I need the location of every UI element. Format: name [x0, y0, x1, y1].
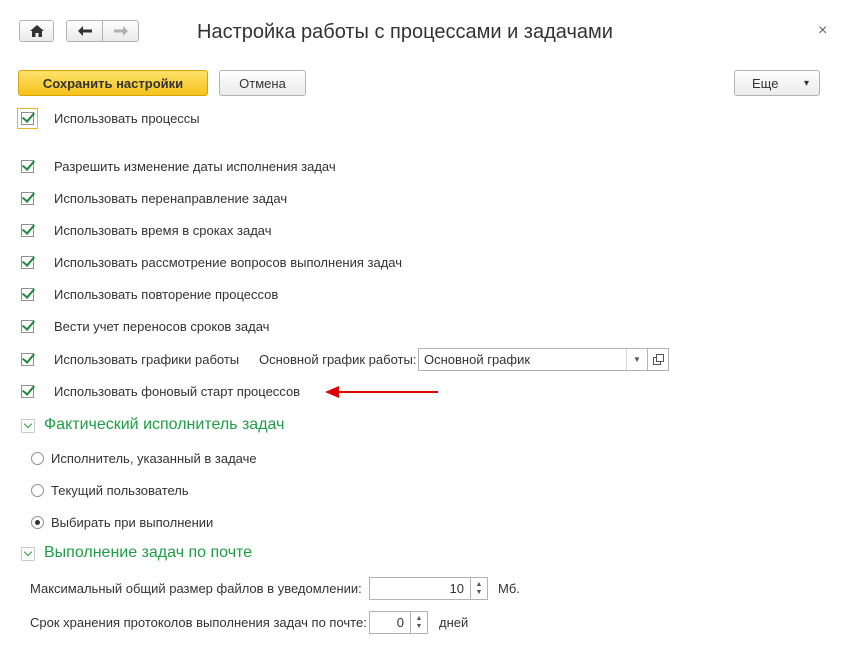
mail-section-toggle[interactable]	[21, 547, 35, 561]
track-transfers-label: Вести учет переносов сроков задач	[54, 319, 270, 334]
use-background-start-checkbox[interactable]	[21, 385, 34, 398]
schedule-label: Основной график работы:	[259, 352, 417, 367]
executor-section-toggle[interactable]	[21, 419, 35, 433]
schedule-field[interactable]: Основной график ▼	[418, 348, 648, 371]
more-menu-button[interactable]: Еще ▾	[734, 70, 820, 96]
cancel-button[interactable]: Отмена	[219, 70, 306, 96]
schedule-value: Основной график	[424, 352, 531, 367]
mail-section-title[interactable]: Выполнение задач по почте	[44, 544, 252, 562]
more-label: Еще	[752, 75, 779, 91]
executor-option-choose-radio[interactable]	[31, 516, 44, 529]
allow-date-change-label: Разрешить изменение даты исполнения зада…	[54, 159, 336, 174]
executor-option-current-label: Текущий пользователь	[51, 483, 189, 498]
page-title: Настройка работы с процессами и задачами	[197, 21, 613, 43]
retention-unit: дней	[439, 615, 469, 630]
use-background-start-label: Использовать фоновый старт процессов	[54, 384, 301, 399]
max-size-value: 10	[449, 581, 464, 596]
retention-input[interactable]: 0	[369, 611, 411, 634]
use-repeat-checkbox[interactable]	[21, 288, 34, 301]
retention-stepper[interactable]: ▲ ▼	[411, 611, 428, 634]
executor-option-current-radio[interactable]	[31, 484, 44, 497]
chevron-down-icon: ▾	[803, 77, 809, 89]
annotation-arrow-icon	[325, 386, 438, 398]
max-size-stepper[interactable]: ▲ ▼	[471, 577, 488, 600]
max-size-unit: Мб.	[498, 581, 520, 596]
use-processes-label: Использовать процессы	[54, 111, 200, 126]
arrow-left-icon	[77, 26, 92, 36]
home-icon	[29, 25, 44, 37]
arrow-right-icon	[113, 26, 128, 36]
use-repeat-label: Использовать повторение процессов	[54, 287, 279, 302]
retention-value: 0	[396, 615, 404, 630]
dropdown-arrow-icon[interactable]: ▼	[626, 349, 647, 370]
open-window-icon	[652, 354, 664, 365]
close-icon[interactable]: ×	[818, 22, 827, 40]
use-processes-checkbox[interactable]	[17, 108, 38, 129]
use-schedules-checkbox[interactable]	[21, 353, 34, 366]
home-button[interactable]	[19, 20, 54, 42]
forward-button[interactable]	[102, 20, 139, 42]
max-size-input[interactable]: 10	[369, 577, 471, 600]
use-questions-checkbox[interactable]	[21, 256, 34, 269]
max-size-label: Максимальный общий размер файлов в уведо…	[30, 581, 362, 596]
use-time-checkbox[interactable]	[21, 224, 34, 237]
executor-option-task-label: Исполнитель, указанный в задаче	[51, 451, 257, 466]
executor-section-title[interactable]: Фактический исполнитель задач	[44, 416, 284, 434]
save-settings-button[interactable]: Сохранить настройки	[18, 70, 208, 96]
use-questions-label: Использовать рассмотрение вопросов выпол…	[54, 255, 403, 270]
allow-date-change-checkbox[interactable]	[21, 160, 34, 173]
back-button[interactable]	[66, 20, 103, 42]
use-time-label: Использовать время в сроках задач	[54, 223, 272, 238]
executor-option-task-radio[interactable]	[31, 452, 44, 465]
use-schedules-label: Использовать графики работы	[54, 352, 240, 367]
use-redirection-label: Использовать перенаправление задач	[54, 191, 288, 206]
executor-option-choose-label: Выбирать при выполнении	[51, 515, 214, 530]
retention-label: Срок хранения протоколов выполнения зада…	[30, 615, 367, 630]
open-schedule-button[interactable]	[647, 348, 669, 371]
track-transfers-checkbox[interactable]	[21, 320, 34, 333]
use-redirection-checkbox[interactable]	[21, 192, 34, 205]
